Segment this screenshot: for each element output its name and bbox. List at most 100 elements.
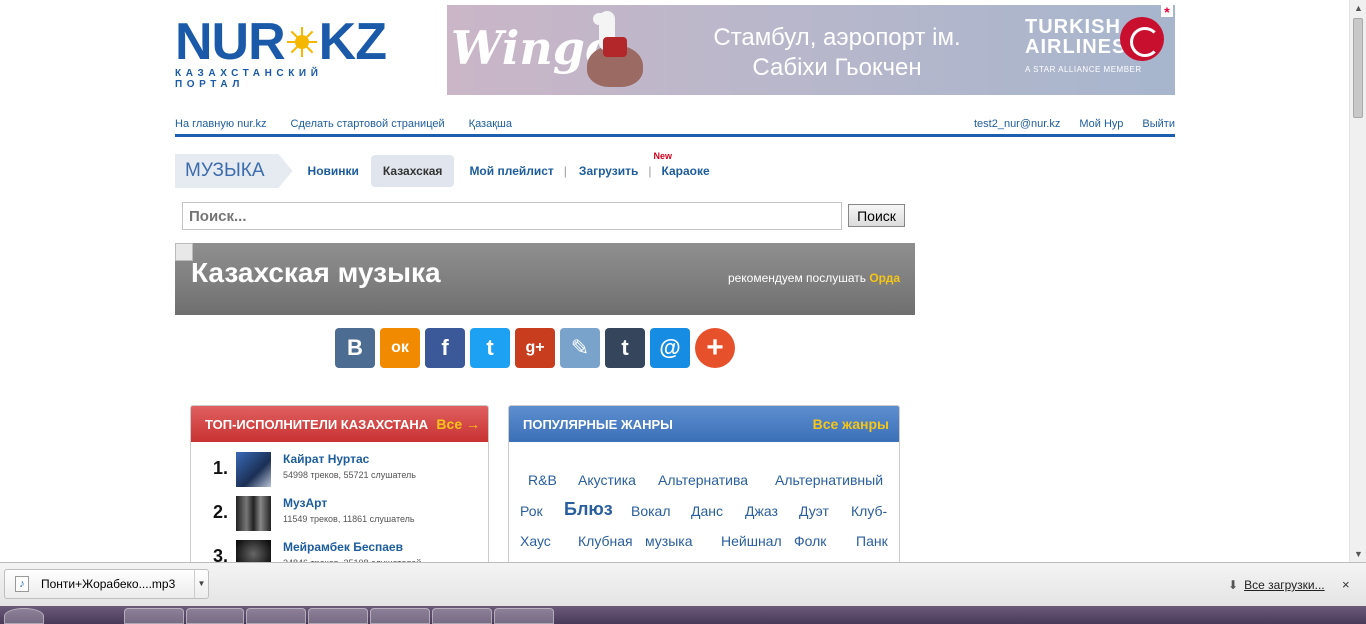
scroll-up-arrow-icon[interactable]: ▲ <box>1354 3 1363 13</box>
artist-stats: 54998 треков, 55721 слушатель <box>283 470 416 480</box>
taskbar-app-button[interactable] <box>308 608 368 624</box>
vk-icon[interactable]: В <box>335 328 375 368</box>
taskbar-app-button[interactable] <box>124 608 184 624</box>
nav-my-nur-link[interactable]: Мой Нур <box>1079 118 1123 130</box>
logo-word-left: NUR <box>175 13 286 71</box>
more-share-icon[interactable]: + <box>695 328 735 368</box>
logo-word-right: KZ <box>318 13 387 71</box>
mailru-icon[interactable]: @ <box>650 328 690 368</box>
artist-photo[interactable] <box>236 496 271 531</box>
artist-photo[interactable] <box>236 452 271 487</box>
artist-row[interactable]: 2. МузАрт 11549 треков, 11861 слушатель <box>191 486 488 531</box>
googleplus-icon[interactable]: g+ <box>515 328 555 368</box>
kazakh-music-header: Казахская музыка рекомендуем послушать О… <box>175 243 915 315</box>
genre-tag[interactable]: Джаз <box>745 503 778 519</box>
artist-rank: 1. <box>213 458 229 478</box>
genre-tag[interactable]: Панк <box>856 533 888 549</box>
genres-title: ПОПУЛЯРНЫЕ ЖАНРЫ <box>523 416 673 432</box>
scroll-down-arrow-icon[interactable]: ▼ <box>1354 549 1363 559</box>
artist-row[interactable]: 1. Кайрат Нуртас 54998 треков, 55721 слу… <box>191 442 488 487</box>
tumblr-icon[interactable]: t <box>605 328 645 368</box>
scroll-thumb[interactable] <box>1353 18 1363 118</box>
nurkz-logo[interactable]: NUR KZ КАЗАХСТАНСКИЙ ПОРТАЛ <box>175 16 395 90</box>
logo-sun-icon <box>286 27 317 57</box>
genre-tag[interactable]: Хаус <box>520 533 551 549</box>
genre-tag[interactable]: Фолк <box>794 533 826 549</box>
taskbar-app-button[interactable] <box>246 608 306 624</box>
genre-tag[interactable]: Блюз <box>564 499 613 520</box>
logo-tagline: КАЗАХСТАНСКИЙ ПОРТАЛ <box>175 68 323 90</box>
genres-all-link[interactable]: Все жанры <box>813 416 889 432</box>
music-menu: МУЗЫКА Новинки Казахская Мой плейлист | … <box>175 151 710 188</box>
menu-separator: | <box>648 164 652 178</box>
taskbar-app-button[interactable] <box>186 608 244 624</box>
taskbar-app-button[interactable] <box>370 608 430 624</box>
nav-home-link[interactable]: На главную nur.kz <box>175 118 267 130</box>
download-item[interactable]: ♪ Понти+Жорабеко....mp3 ▼ <box>4 569 209 599</box>
genre-tag[interactable]: Рок <box>520 503 543 519</box>
all-downloads[interactable]: ⬇ Все загрузки... <box>1228 578 1325 592</box>
nav-kazakh-language-link[interactable]: Қазақша <box>469 118 512 130</box>
genre-tag[interactable]: R&B <box>528 472 557 488</box>
tab-kazakh[interactable]: Казахская <box>370 155 455 187</box>
banner-message-line1: Стамбул, аэропорт ім. <box>713 24 961 51</box>
search-button[interactable]: Поиск <box>848 204 905 227</box>
genre-tag[interactable]: Вокал <box>631 503 671 519</box>
new-badge: New <box>653 151 673 161</box>
genre-tag[interactable]: Данс <box>691 503 723 519</box>
nav-logout-link[interactable]: Выйти <box>1142 118 1175 130</box>
artist-stats: 11549 треков, 11861 слушатель <box>283 514 415 524</box>
nav-make-start-page-link[interactable]: Сделать стартовой страницей <box>291 118 445 130</box>
ad-banner[interactable]: Wingo Стамбул, аэропорт ім. Сабіхи Гьокч… <box>447 5 1175 95</box>
genres-header: ПОПУЛЯРНЫЕ ЖАНРЫ Все жанры <box>509 406 899 442</box>
nav-user-email-link[interactable]: test2_nur@nur.kz <box>974 118 1060 130</box>
top-artists-all-link[interactable]: Все → <box>436 416 480 432</box>
nav-divider <box>175 134 1175 137</box>
banner-message: Стамбул, аэропорт ім. Сабіхи Гьокчен <box>687 23 987 83</box>
page-scrollbar[interactable]: ▲ ▼ <box>1349 0 1366 562</box>
top-artists-header: ТОП-ИСПОЛНИТЕЛИ КАЗАХСТАНА Все → <box>191 406 488 442</box>
download-menu-dropdown-icon[interactable]: ▼ <box>194 570 208 598</box>
recommend-artist-link[interactable]: Орда <box>869 271 900 285</box>
artist-name-link[interactable]: Мейрамбек Беспаев <box>283 540 403 554</box>
tab-my-playlist[interactable]: Мой плейлист <box>469 164 553 178</box>
tab-new-releases[interactable]: Новинки <box>308 164 359 178</box>
genre-tag[interactable]: музыка <box>645 533 692 549</box>
taskbar-app-button[interactable] <box>494 608 554 624</box>
genre-tag[interactable]: Альтернативный <box>775 472 883 488</box>
download-arrow-icon: ⬇ <box>1228 578 1239 592</box>
artist-rank: 2. <box>213 502 229 522</box>
start-button-icon[interactable] <box>4 608 44 624</box>
all-downloads-link[interactable]: Все загрузки... <box>1244 578 1325 592</box>
artist-name-link[interactable]: МузАрт <box>283 496 327 510</box>
music-section-label[interactable]: МУЗЫКА <box>175 154 293 188</box>
star-alliance-text: A STAR ALLIANCE MEMBER <box>1025 65 1142 74</box>
logo-wordmark: NUR KZ <box>175 16 395 68</box>
genre-cloud: R&B Акустика Альтернатива Альтернативный… <box>509 442 899 562</box>
page-title: Казахская музыка <box>191 257 441 288</box>
genre-tag[interactable]: Альтернатива <box>658 472 748 488</box>
share-buttons: Вок f t g+ ✎ t @ + <box>335 328 735 368</box>
genre-tag[interactable]: Акустика <box>578 472 636 488</box>
close-downloads-bar-icon[interactable]: × <box>1342 577 1350 592</box>
taskbar-app-button[interactable] <box>432 608 492 624</box>
ad-marker[interactable]: * <box>1161 5 1173 19</box>
livejournal-icon[interactable]: ✎ <box>560 328 600 368</box>
twitter-icon[interactable]: t <box>470 328 510 368</box>
genre-tag[interactable]: Дуэт <box>799 503 829 519</box>
recommendation: рекомендуем послушать Орда <box>728 271 900 285</box>
artist-name-link[interactable]: Кайрат Нуртас <box>283 452 369 466</box>
genre-tag[interactable]: Клуб- <box>851 503 887 519</box>
download-filename: Понти+Жорабеко....mp3 <box>41 577 176 591</box>
tab-karaoke-label: Караоке <box>661 164 710 178</box>
odnoklassniki-icon[interactable]: ок <box>380 328 420 368</box>
popular-genres-panel: ПОПУЛЯРНЫЕ ЖАНРЫ Все жанры R&B Акустика … <box>508 405 900 570</box>
tab-karaoke[interactable]: New Караоке <box>654 151 710 178</box>
search-input[interactable] <box>182 202 842 230</box>
tab-upload[interactable]: Загрузить <box>579 164 638 178</box>
genre-tag[interactable]: Нейшнал <box>721 533 782 549</box>
audio-file-icon: ♪ <box>15 576 29 592</box>
genre-tag[interactable]: Клубная <box>578 533 633 549</box>
facebook-icon[interactable]: f <box>425 328 465 368</box>
turkish-airlines-logo-icon <box>1120 17 1164 61</box>
